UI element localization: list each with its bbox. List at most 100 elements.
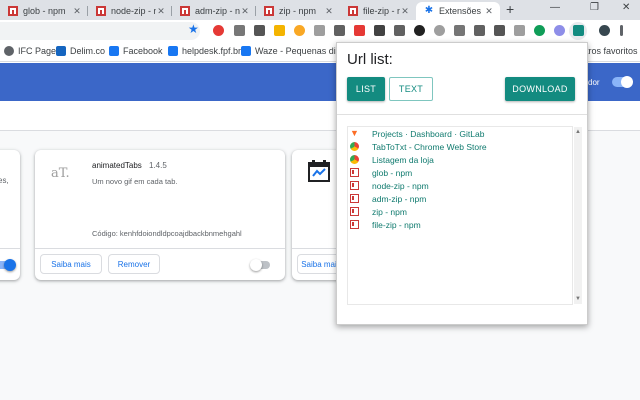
extension-icon[interactable] — [394, 25, 405, 36]
extension-icon[interactable] — [334, 25, 345, 36]
url-list[interactable]: ▼ Projects · Dashboard · GitLab TabToTxt… — [347, 126, 582, 305]
npm-icon — [264, 6, 274, 16]
url-text: file-zip - npm — [372, 219, 421, 230]
list-button[interactable]: LIST — [347, 77, 385, 101]
menu-icon[interactable] — [620, 25, 623, 36]
tab-extensions[interactable]: ✱ Extensões ✕ — [416, 2, 500, 20]
bookmark-facebook[interactable]: Facebook — [109, 46, 163, 56]
tabtotxt-extension-icon[interactable] — [573, 25, 584, 36]
webstore-icon — [350, 155, 359, 164]
globe-icon — [4, 46, 14, 56]
tab-title: node-zip - n — [111, 6, 156, 16]
extension-icon[interactable] — [234, 25, 245, 36]
opera-extension-icon[interactable] — [213, 25, 224, 36]
tab-zip[interactable]: zip - npm ✕ — [256, 2, 340, 20]
extension-id: Código: kenhfdoiondldpcoajdbackbnmehgahl — [92, 229, 242, 238]
extension-icon[interactable] — [254, 25, 265, 36]
npm-icon — [348, 6, 358, 16]
tab-title: glob - npm — [23, 6, 66, 16]
download-button[interactable]: DOWNLOAD — [505, 77, 575, 101]
shield-icon[interactable] — [314, 25, 325, 36]
url-text: Projects · Dashboard · GitLab — [372, 128, 485, 139]
tab-node-zip[interactable]: node-zip - n ✕ — [88, 2, 172, 20]
text-button[interactable]: TEXT — [389, 77, 433, 101]
list-item: file-zip - npm — [350, 218, 421, 231]
details-button[interactable]: Saiba mais — [40, 254, 102, 274]
npm-icon — [350, 168, 359, 177]
tab-title: adm-zip - n — [195, 6, 240, 16]
address-bar[interactable] — [0, 22, 200, 40]
remove-button[interactable]: Remover — [108, 254, 160, 274]
delim-icon — [56, 46, 66, 56]
bookmark-label: Delim.co — [70, 46, 106, 56]
tab-adm-zip[interactable]: adm-zip - n ✕ — [172, 2, 256, 20]
close-icon[interactable]: ✕ — [484, 6, 494, 17]
extension-icon[interactable] — [474, 25, 485, 36]
tab-title: Extensões — [439, 6, 482, 16]
npm-icon — [8, 6, 18, 16]
scroll-up-icon[interactable]: ▲ — [574, 129, 582, 135]
tab-strip: glob - npm ✕ node-zip - n ✕ adm-zip - n … — [0, 0, 640, 20]
url-list-scrollbar[interactable]: ▲ ▼ — [574, 127, 582, 304]
extension-icon[interactable] — [454, 25, 465, 36]
extension-toggle[interactable] — [0, 259, 16, 271]
list-item: Listagem da loja — [350, 153, 434, 166]
tab-file-zip[interactable]: file-zip - npm ✕ — [340, 2, 416, 20]
close-icon[interactable]: ✕ — [240, 6, 250, 17]
close-icon[interactable]: ✕ — [324, 6, 334, 17]
gitlab-icon: ▼ — [350, 128, 359, 138]
other-bookmarks[interactable]: tros favoritos — [586, 46, 638, 56]
extension-icon[interactable] — [354, 25, 365, 36]
maximize-button[interactable]: ❐ — [590, 2, 599, 13]
extension-icon[interactable] — [534, 25, 545, 36]
new-tab-button[interactable]: + — [506, 1, 514, 17]
bookmark-helpdesk[interactable]: helpdesk.fpf.br — [168, 46, 241, 56]
npm-icon — [180, 6, 190, 16]
close-window-button[interactable]: ✕ — [622, 2, 630, 13]
extension-version: 1.4.5 — [149, 161, 167, 170]
extension-icon[interactable] — [434, 25, 445, 36]
extension-card: es, — [0, 150, 20, 280]
extension-icon[interactable] — [414, 25, 425, 36]
developer-mode-label: dor — [588, 78, 600, 87]
extension-icon[interactable] — [554, 25, 565, 36]
close-icon[interactable]: ✕ — [156, 6, 166, 17]
tabtotxt-popup: Url list: LIST TEXT DOWNLOAD ▼ Projects … — [336, 42, 588, 325]
bookmark-delim[interactable]: Delim.co — [56, 46, 105, 56]
extension-logo: aT. — [51, 166, 70, 181]
scroll-down-icon[interactable]: ▼ — [574, 296, 582, 302]
bookmark-label: Waze - Pequenas di... — [255, 46, 344, 56]
tab-glob[interactable]: glob - npm ✕ — [0, 2, 88, 20]
bookmark-ifc-page[interactable]: IFC Page — [4, 46, 56, 56]
url-text: TabToTxt - Chrome Web Store — [372, 141, 487, 152]
extension-icon[interactable] — [494, 25, 505, 36]
npm-icon — [350, 220, 359, 229]
close-icon[interactable]: ✕ — [72, 6, 82, 17]
npm-icon — [350, 207, 359, 216]
extension-icon[interactable] — [294, 25, 305, 36]
npm-icon — [96, 6, 106, 16]
puzzle-icon: ✱ — [424, 5, 434, 16]
minimize-button[interactable]: — — [550, 2, 560, 13]
list-item: zip - npm — [350, 205, 407, 218]
url-text: glob - npm — [372, 167, 413, 178]
extension-name: animatedTabs — [92, 161, 142, 170]
webstore-icon — [350, 142, 359, 151]
facebook-icon — [109, 46, 119, 56]
url-text: zip - npm — [372, 206, 407, 217]
popup-title: Url list: — [347, 51, 393, 68]
list-item: node-zip - npm — [350, 179, 429, 192]
extension-icon[interactable] — [374, 25, 385, 36]
avatar[interactable] — [599, 25, 610, 36]
extension-icon[interactable] — [514, 25, 525, 36]
bookmark-label: Facebook — [123, 46, 163, 56]
npm-icon — [350, 181, 359, 190]
bookmark-star-icon[interactable]: ★ — [188, 22, 199, 36]
list-item: ▼ Projects · Dashboard · GitLab — [350, 127, 484, 140]
developer-mode-toggle[interactable] — [612, 76, 633, 88]
extension-icon[interactable] — [274, 25, 285, 36]
list-item: adm-zip - npm — [350, 192, 426, 205]
extension-toggle[interactable] — [250, 259, 270, 271]
bookmark-waze[interactable]: Waze - Pequenas di... — [241, 46, 343, 56]
close-icon[interactable]: ✕ — [400, 6, 410, 17]
